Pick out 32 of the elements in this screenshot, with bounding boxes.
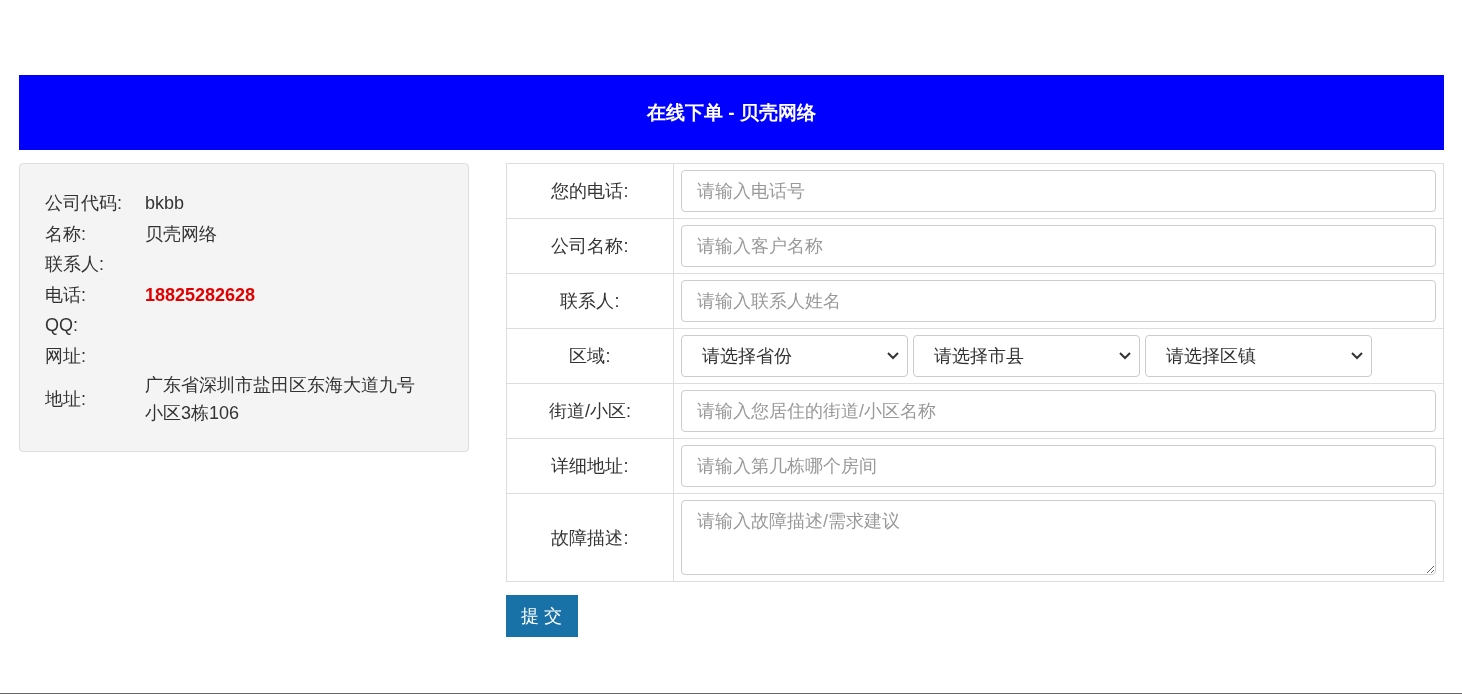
- input-field[interactable]: 请输入客户名称: [681, 225, 1436, 267]
- info-label: 电话:: [45, 283, 87, 307]
- phone-number: 18825282628: [145, 283, 257, 307]
- textarea-field[interactable]: 请输入故障描述/需求建议: [681, 500, 1436, 575]
- info-label: 名称:: [45, 222, 87, 246]
- field-label: 您的电话:: [551, 181, 629, 201]
- chevron-down-icon: [1119, 352, 1131, 360]
- info-value: 广东省深圳市盐田区东海大道九号小区3栋106: [145, 374, 416, 425]
- field-label: 联系人:: [560, 291, 620, 311]
- submit-button[interactable]: 提 交: [506, 595, 578, 637]
- info-label: 公司代码:: [45, 192, 123, 216]
- info-value: 贝壳网络: [145, 222, 218, 246]
- input-field[interactable]: 请输入您居住的街道/小区名称: [681, 390, 1436, 432]
- info-label: 地址:: [45, 388, 87, 411]
- dropdown-select[interactable]: 请选择区镇: [1145, 335, 1372, 377]
- field-label: 区域:: [569, 346, 611, 366]
- input-field[interactable]: 请输入第几栋哪个房间: [681, 445, 1436, 487]
- chevron-down-icon: [1351, 352, 1363, 360]
- info-label: QQ:: [45, 314, 79, 336]
- field-label: 公司名称:: [551, 236, 629, 256]
- chevron-down-icon: [887, 352, 899, 360]
- info-value: bkbb: [145, 192, 186, 216]
- field-label: 街道/小区:: [549, 401, 631, 421]
- page-header: 在线下单 - 贝壳网络: [19, 75, 1444, 150]
- dropdown-select[interactable]: 请选择市县: [913, 335, 1140, 377]
- field-label: 故障描述:: [551, 527, 629, 548]
- input-field[interactable]: 请输入联系人姓名: [681, 280, 1436, 322]
- field-label: 详细地址:: [551, 456, 629, 476]
- dropdown-select[interactable]: 请选择省份: [681, 335, 908, 377]
- info-label: 联系人:: [45, 253, 105, 277]
- info-label: 网址:: [45, 344, 87, 368]
- input-field[interactable]: 请输入电话号: [681, 170, 1436, 212]
